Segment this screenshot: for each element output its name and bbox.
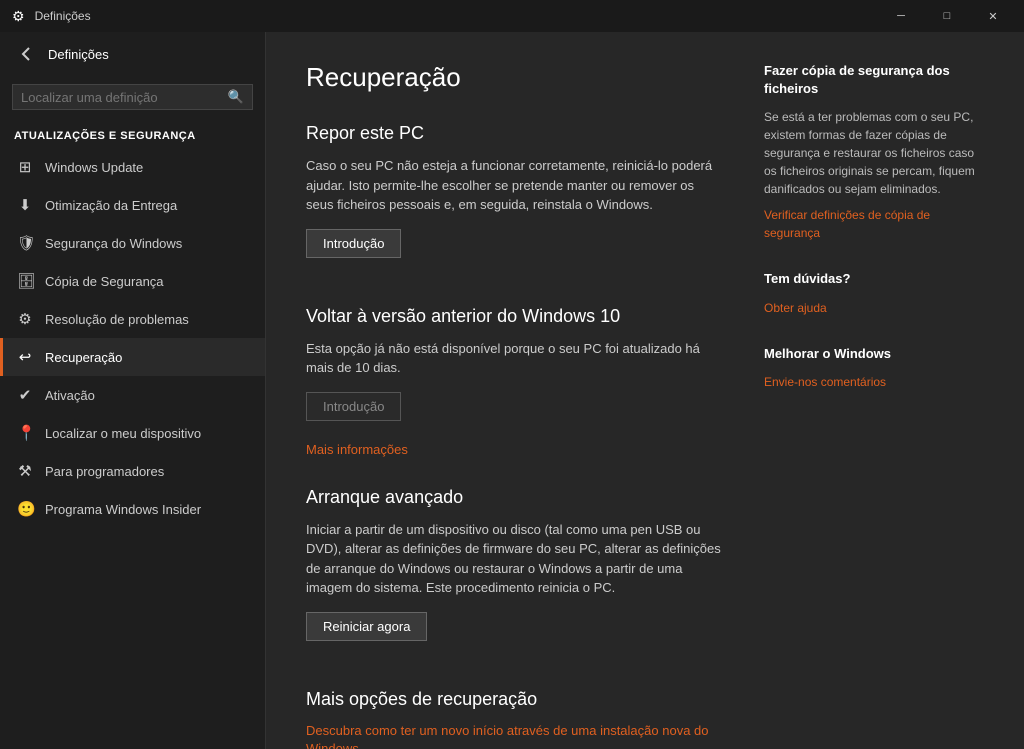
right-ajuda-link[interactable]: Obter ajuda xyxy=(764,301,827,315)
right-melhorar-title: Melhorar o Windows xyxy=(764,345,984,363)
seguranca-icon: 🛡 xyxy=(17,234,33,252)
resolucao-icon: ⚙ xyxy=(17,310,33,328)
titlebar: ⚙ Definições ─ □ ✕ xyxy=(0,0,1024,32)
content-right: Fazer cópia de segurança dos ficheiros S… xyxy=(764,62,984,719)
titlebar-controls: ─ □ ✕ xyxy=(878,0,1016,32)
content-left: Recuperação Repor este PC Caso o seu PC … xyxy=(306,62,724,719)
right-comentarios-link[interactable]: Envie-nos comentários xyxy=(764,375,886,389)
insider-icon: 🙂 xyxy=(17,500,33,518)
back-button[interactable] xyxy=(12,40,40,68)
right-duvidas-title: Tem dúvidas? xyxy=(764,270,984,288)
nav-label-ativacao: Ativação xyxy=(45,388,95,403)
nav-item-resolucao[interactable]: ⚙ Resolução de problemas xyxy=(0,300,265,338)
maximize-button[interactable]: □ xyxy=(924,0,970,32)
sidebar-app-title: Definições xyxy=(48,47,109,62)
right-melhorar-section: Melhorar o Windows Envie-nos comentários xyxy=(764,345,984,391)
versao-text: Esta opção já não está disponível porque… xyxy=(306,339,724,378)
ativacao-icon: ✔ xyxy=(17,386,33,404)
nav-label-programadores: Para programadores xyxy=(45,464,164,479)
nav-label-windows-update: Windows Update xyxy=(45,160,143,175)
versao-title: Voltar à versão anterior do Windows 10 xyxy=(306,306,724,327)
copia-icon: 🗄 xyxy=(17,272,33,290)
localizar-icon: 📍 xyxy=(17,424,33,442)
otimizacao-icon: ⬇ xyxy=(17,196,33,214)
app-icon: ⚙ xyxy=(12,8,25,25)
section-repor: Repor este PC Caso o seu PC não esteja a… xyxy=(306,123,724,278)
sidebar-nav-top: Definições xyxy=(0,32,265,76)
right-copia-link[interactable]: Verificar definições de cópia de seguran… xyxy=(764,208,930,240)
right-copia-title: Fazer cópia de segurança dos ficheiros xyxy=(764,62,984,98)
nav-item-ativacao[interactable]: ✔ Ativação xyxy=(0,376,265,414)
repor-title: Repor este PC xyxy=(306,123,724,144)
minimize-button[interactable]: ─ xyxy=(878,0,924,32)
main-content: Recuperação Repor este PC Caso o seu PC … xyxy=(266,32,1024,749)
section-mais-opcoes: Mais opções de recuperação Descubra como… xyxy=(306,689,724,749)
sidebar-section-header: Atualizações e Segurança xyxy=(0,118,265,148)
mais-opcoes-title: Mais opções de recuperação xyxy=(306,689,724,710)
repor-intro-button[interactable]: Introdução xyxy=(306,229,401,258)
nav-item-programadores[interactable]: ⚒ Para programadores xyxy=(0,452,265,490)
right-copia-text: Se está a ter problemas com o seu PC, ex… xyxy=(764,108,984,198)
arranque-text: Iniciar a partir de um dispositivo ou di… xyxy=(306,520,724,598)
versao-mais-info-link[interactable]: Mais informações xyxy=(306,442,408,457)
search-input[interactable] xyxy=(21,90,228,105)
arranque-reiniciar-button[interactable]: Reiniciar agora xyxy=(306,612,427,641)
section-arranque: Arranque avançado Iniciar a partir de um… xyxy=(306,487,724,661)
close-button[interactable]: ✕ xyxy=(970,0,1016,32)
search-box[interactable]: 🔍 xyxy=(12,84,253,110)
page-title: Recuperação xyxy=(306,62,724,93)
right-duvidas-section: Tem dúvidas? Obter ajuda xyxy=(764,270,984,316)
right-copia-section: Fazer cópia de segurança dos ficheiros S… xyxy=(764,62,984,242)
nav-label-recuperacao: Recuperação xyxy=(45,350,122,365)
nav-label-otimizacao: Otimização da Entrega xyxy=(45,198,177,213)
search-icon: 🔍 xyxy=(228,89,244,105)
repor-text: Caso o seu PC não esteja a funcionar cor… xyxy=(306,156,724,215)
nav-item-windows-update[interactable]: ⊞ Windows Update xyxy=(0,148,265,186)
sidebar: Definições 🔍 Atualizações e Segurança ⊞ … xyxy=(0,32,266,749)
programadores-icon: ⚒ xyxy=(17,462,33,480)
nav-item-seguranca[interactable]: 🛡 Segurança do Windows xyxy=(0,224,265,262)
nav-item-otimizacao[interactable]: ⬇ Otimização da Entrega xyxy=(0,186,265,224)
recuperacao-icon: ↩ xyxy=(17,348,33,366)
nav-item-recuperacao[interactable]: ↩ Recuperação xyxy=(0,338,265,376)
nav-label-resolucao: Resolução de problemas xyxy=(45,312,189,327)
nav-item-localizar[interactable]: 📍 Localizar o meu dispositivo xyxy=(0,414,265,452)
nav-label-insider: Programa Windows Insider xyxy=(45,502,201,517)
nav-label-seguranca: Segurança do Windows xyxy=(45,236,182,251)
nav-item-copia[interactable]: 🗄 Cópia de Segurança xyxy=(0,262,265,300)
versao-intro-button: Introdução xyxy=(306,392,401,421)
section-versao-anterior: Voltar à versão anterior do Windows 10 E… xyxy=(306,306,724,459)
arranque-title: Arranque avançado xyxy=(306,487,724,508)
mais-opcoes-link[interactable]: Descubra como ter um novo início através… xyxy=(306,723,709,749)
nav-label-localizar: Localizar o meu dispositivo xyxy=(45,426,201,441)
titlebar-left: ⚙ Definições xyxy=(12,8,91,25)
app-container: Definições 🔍 Atualizações e Segurança ⊞ … xyxy=(0,32,1024,749)
titlebar-title: Definições xyxy=(35,9,91,23)
nav-label-copia: Cópia de Segurança xyxy=(45,274,164,289)
windows-update-icon: ⊞ xyxy=(17,158,33,176)
nav-item-insider[interactable]: 🙂 Programa Windows Insider xyxy=(0,490,265,528)
